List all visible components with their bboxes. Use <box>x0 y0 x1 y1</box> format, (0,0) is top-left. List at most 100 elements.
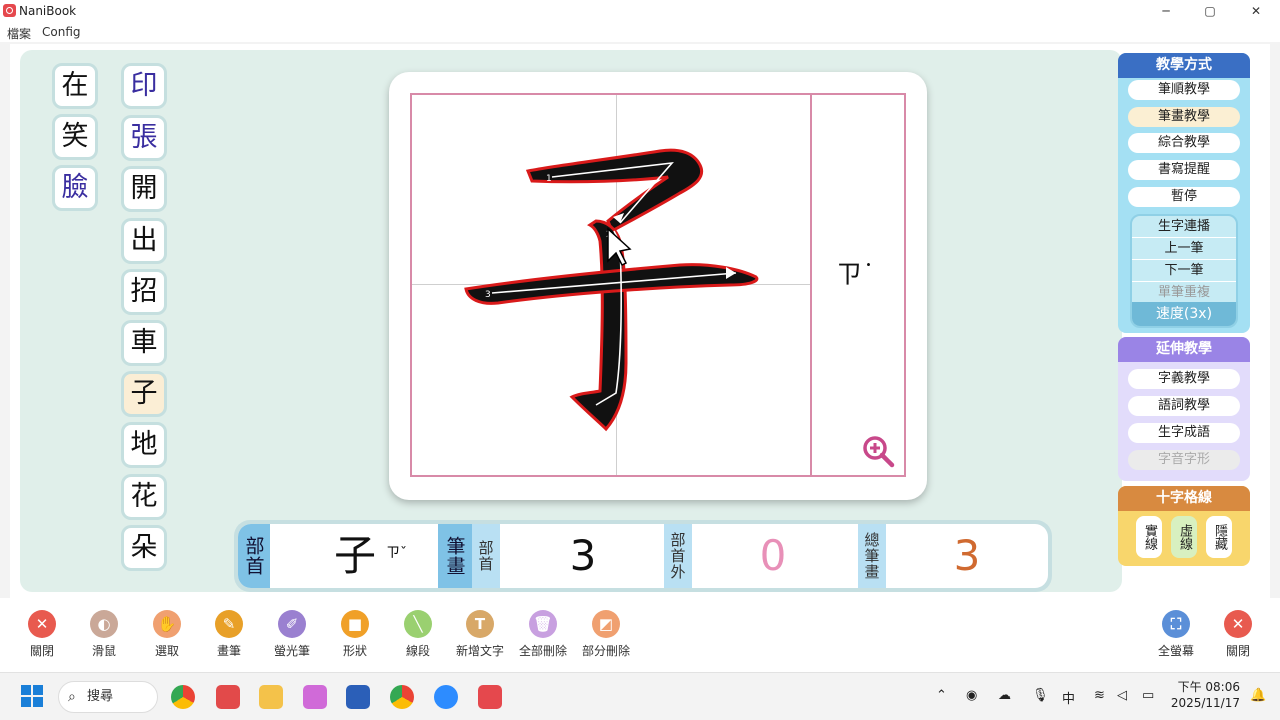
radical-strokes-value: 3 <box>569 531 597 580</box>
trash-icon: 🗑 <box>529 610 557 638</box>
zoom-app-icon[interactable] <box>434 685 458 709</box>
file-explorer-icon[interactable] <box>259 685 283 709</box>
char-tile[interactable]: 朵 <box>121 525 167 571</box>
nanibook-taskbar-icon[interactable] <box>478 685 502 709</box>
highlighter-tool-button[interactable]: ✐ 螢光筆 <box>262 610 322 659</box>
outside-strokes-label: 部首外 <box>664 524 692 588</box>
previous-stroke-button[interactable]: 上一筆 <box>1132 238 1236 260</box>
clock-date: 2025/11/17 <box>1170 696 1240 710</box>
pause-button[interactable]: 暫停 <box>1128 187 1240 207</box>
windows-start-icon[interactable] <box>21 685 43 707</box>
drawing-toolbar: ✕ 關閉 ◐ 滑鼠 ✋ 選取 ✎ 畫筆 ✐ 螢光筆 ■ 形狀 ╲ 線段 T 新增文字 🗑 全部刪除… <box>0 598 1280 672</box>
dashed-line-button[interactable]: 虛線 <box>1171 516 1197 558</box>
mouse-tool-button[interactable]: ◐ 滑鼠 <box>74 610 134 659</box>
select-tool-button[interactable]: ✋ 選取 <box>137 610 197 659</box>
writing-reminder-button[interactable]: 書寫提醒 <box>1128 160 1240 180</box>
notification-bell-icon[interactable]: 🔔 <box>1250 688 1266 703</box>
char-tile-selected[interactable]: 子 <box>121 371 167 417</box>
char-tile[interactable]: 笑 <box>52 114 98 160</box>
close-app-button[interactable]: ✕ 關閉 <box>1208 610 1268 659</box>
repeat-stroke-button[interactable]: 單筆重複 <box>1132 282 1236 304</box>
volume-icon[interactable]: ◁ <box>1117 688 1127 703</box>
shape-icon: ■ <box>341 610 369 638</box>
radical-strokes-label: 部首 <box>472 524 500 588</box>
hide-line-button[interactable]: 隱藏 <box>1206 516 1232 558</box>
radical-zhuyin: ㄗˇ <box>386 545 407 561</box>
stroke-number: 1 <box>546 174 552 184</box>
character-zi-glyph <box>464 148 759 432</box>
grid-line-title: 十字格線 <box>1118 486 1250 511</box>
char-tile[interactable]: 臉 <box>52 165 98 211</box>
solid-line-button[interactable]: 實線 <box>1136 516 1162 558</box>
clock[interactable]: 下午 08:06 2025/11/17 <box>1170 679 1240 711</box>
partial-erase-tool-button[interactable]: ◩ 部分刪除 <box>576 610 636 659</box>
meaning-teaching-button[interactable]: 字義教學 <box>1128 369 1240 389</box>
clock-time: 下午 08:06 <box>1177 680 1240 694</box>
chrome-icon[interactable] <box>390 685 414 709</box>
hand-icon: ✋ <box>153 610 181 638</box>
cloud-icon[interactable]: ☁ <box>998 688 1011 703</box>
stroke-order-button[interactable]: 筆順教學 <box>1128 80 1240 100</box>
close-window-button[interactable]: ✕ <box>1241 1 1271 21</box>
menu-config[interactable]: Config <box>42 25 81 39</box>
wifi-icon[interactable]: ≋ <box>1094 688 1105 703</box>
microphone-icon[interactable]: 🎙 <box>1032 688 1049 703</box>
stroke-teaching-button[interactable]: 筆畫教學 <box>1128 107 1240 127</box>
search-icon: ⌕ <box>68 689 76 705</box>
close-icon: ✕ <box>28 610 56 638</box>
close-tool-button[interactable]: ✕ 關閉 <box>12 610 72 659</box>
teaching-panel: 教學方式 筆順教學 筆畫教學 綜合教學 書寫提醒 暫停 生字連播 上一筆 下一筆… <box>1118 53 1250 333</box>
extended-title: 延伸教學 <box>1118 337 1250 362</box>
pen-tool-button[interactable]: ✎ 畫筆 <box>199 610 259 659</box>
zoom-in-icon[interactable] <box>861 434 895 468</box>
windows-taskbar: ⌕ 搜尋 ⌃ ◉ ☁ 🎙 中 ≋ ◁ ▭ 下午 08:06 2025/11/17… <box>0 672 1280 720</box>
highlighter-icon: ✐ <box>278 610 306 638</box>
clear-all-tool-button[interactable]: 🗑 全部刪除 <box>513 610 573 659</box>
char-tile[interactable]: 花 <box>121 474 167 520</box>
total-strokes-label: 總筆畫 <box>858 524 886 588</box>
zhuyin-reading: ㄗ˙ <box>836 260 876 290</box>
line-tool-button[interactable]: ╲ 線段 <box>388 610 448 659</box>
battery-icon[interactable]: ▭ <box>1142 688 1154 703</box>
char-tile[interactable]: 張 <box>121 115 167 161</box>
mouse-icon: ◐ <box>90 610 118 638</box>
add-text-tool-button[interactable]: T 新增文字 <box>450 610 510 659</box>
vocabulary-teaching-button[interactable]: 語詞教學 <box>1128 396 1240 416</box>
maximize-button[interactable]: ▢ <box>1195 1 1225 21</box>
minimize-button[interactable]: ─ <box>1151 1 1181 21</box>
line-icon: ╲ <box>404 610 432 638</box>
fullscreen-button[interactable]: ⛶ 全螢幕 <box>1146 610 1206 659</box>
total-strokes-value: 3 <box>953 531 981 580</box>
taskbar-search-input[interactable]: ⌕ 搜尋 <box>58 681 158 713</box>
next-stroke-button[interactable]: 下一筆 <box>1132 260 1236 282</box>
ime-indicator[interactable]: 中 <box>1062 688 1075 707</box>
chrome-icon[interactable] <box>171 685 195 709</box>
shape-tool-button[interactable]: ■ 形狀 <box>325 610 385 659</box>
window-title: NaniBook <box>19 4 77 18</box>
char-tile[interactable]: 印 <box>121 63 167 109</box>
char-tile[interactable]: 招 <box>121 269 167 315</box>
pencil-icon: ✎ <box>215 610 243 638</box>
char-tile[interactable]: 開 <box>121 166 167 212</box>
radical-label: 部首 <box>238 524 270 588</box>
idiom-button[interactable]: 生字成語 <box>1128 423 1240 443</box>
char-tile[interactable]: 在 <box>52 63 98 109</box>
combined-teaching-button[interactable]: 綜合教學 <box>1128 133 1240 153</box>
snipping-tool-icon[interactable] <box>303 685 327 709</box>
char-tile[interactable]: 地 <box>121 422 167 468</box>
chevron-up-icon[interactable]: ⌃ <box>936 688 947 703</box>
continuous-play-button[interactable]: 生字連播 <box>1132 216 1236 238</box>
word-icon[interactable] <box>346 685 370 709</box>
text-icon: T <box>466 610 494 638</box>
eraser-icon: ◩ <box>592 610 620 638</box>
char-tile[interactable]: 車 <box>121 320 167 366</box>
pronunciation-button[interactable]: 字音字形 <box>1128 450 1240 470</box>
fullscreen-icon: ⛶ <box>1162 610 1190 638</box>
screen-recorder-icon[interactable] <box>216 685 240 709</box>
copilot-icon[interactable]: ◉ <box>966 688 977 703</box>
title-bar: NaniBook ─ ▢ ✕ <box>0 0 1280 22</box>
speed-button[interactable]: 速度(3x) <box>1132 302 1236 326</box>
menu-bar: 檔案 Config <box>0 22 1280 42</box>
menu-file[interactable]: 檔案 <box>7 25 31 42</box>
char-tile[interactable]: 出 <box>121 218 167 264</box>
